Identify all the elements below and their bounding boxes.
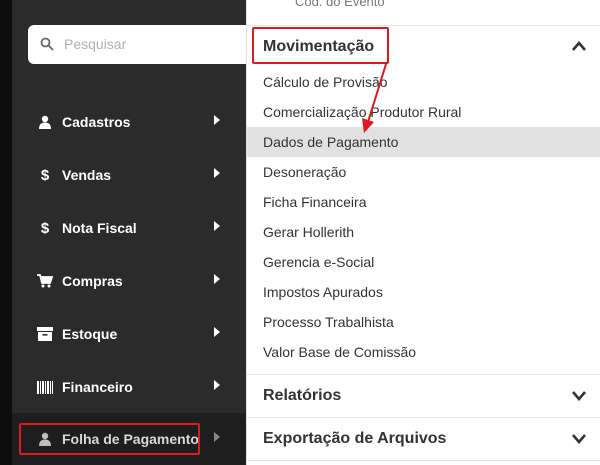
chevron-right-icon xyxy=(214,327,220,337)
submenu-item[interactable]: Gerencia e-Social xyxy=(247,247,600,277)
sidebar-item-compras[interactable]: Compras xyxy=(12,255,246,308)
sidebar-item-label: Financeiro xyxy=(62,379,133,395)
barcode-icon xyxy=(36,378,54,396)
user-icon xyxy=(36,113,54,131)
sidebar-item-label: Vendas xyxy=(62,167,112,183)
submenu-item-label: Dados de Pagamento xyxy=(263,134,399,150)
sidebar-item-cadastros[interactable]: Cadastros xyxy=(12,96,246,149)
submenu-item[interactable]: Desoneração xyxy=(247,157,600,187)
submenu-item-label: Desoneração xyxy=(263,164,347,180)
dollar-icon: $ xyxy=(40,219,50,237)
submenu-item-label: Valor Base de Comissão xyxy=(263,344,417,360)
chevron-right-icon xyxy=(214,115,220,125)
archive-box-icon xyxy=(36,325,54,343)
sidebar-item-label: Cadastros xyxy=(62,114,131,130)
submenu-item-label: Gerar Hollerith xyxy=(263,224,355,240)
submenu-item-label: Ficha Financeira xyxy=(263,194,367,210)
cart-icon xyxy=(36,272,54,290)
dollar-icon: $ xyxy=(40,166,50,184)
sidebar-item-label: Nota Fiscal xyxy=(62,220,137,236)
chevron-right-icon xyxy=(214,168,220,178)
section-title: Relatórios xyxy=(263,387,342,404)
submenu-item-label: Processo Trabalhista xyxy=(263,314,394,330)
submenu-item[interactable]: Comercialização Produtor Rural xyxy=(247,97,600,127)
chevron-right-icon xyxy=(214,432,220,442)
submenu-item-label: Comercialização Produtor Rural xyxy=(263,104,462,120)
sidebar-item-financeiro[interactable]: Financeiro xyxy=(12,361,246,414)
submenu-item-label: Cálculo de Provisão xyxy=(263,74,388,90)
sidebar-item-nota-fiscal[interactable]: $ Nota Fiscal xyxy=(12,202,246,255)
sidebar-item-vendas[interactable]: $ Vendas xyxy=(12,149,246,202)
submenu-item[interactable]: Valor Base de Comissão xyxy=(247,337,600,367)
chevron-right-icon xyxy=(214,221,220,231)
sidebar-strip xyxy=(0,0,12,465)
submenu-item[interactable]: Cálculo de Provisão xyxy=(247,67,600,97)
annotation-highlight-movimentacao xyxy=(252,27,389,64)
submenu-item[interactable]: Ficha Financeira xyxy=(247,187,600,217)
sidebar-item-estoque[interactable]: Estoque xyxy=(12,308,246,361)
section-header-relatorios[interactable]: Relatórios xyxy=(247,375,600,417)
sidebar-item-label: Estoque xyxy=(62,326,118,342)
chevron-down-icon xyxy=(572,391,586,401)
section-header-exportacao[interactable]: Exportação de Arquivos xyxy=(247,418,600,460)
chevron-right-icon xyxy=(214,380,220,390)
submenu-panel: Cód. do Evento Movimentação Cálculo de P… xyxy=(246,0,600,465)
submenu-item-label: Impostos Apurados xyxy=(263,284,383,300)
top-fragment-text: Cód. do Evento xyxy=(295,0,385,9)
submenu-item[interactable]: Impostos Apurados xyxy=(247,277,600,307)
section-title: Exportação de Arquivos xyxy=(263,430,447,447)
divider xyxy=(247,460,600,461)
submenu-item-selected[interactable]: Dados de Pagamento xyxy=(247,127,600,157)
submenu-item-label: Gerencia e-Social xyxy=(263,254,375,270)
search-input[interactable]: Pesquisar xyxy=(28,25,258,64)
chevron-right-icon xyxy=(214,274,220,284)
submenu-item[interactable]: Processo Trabalhista xyxy=(247,307,600,337)
chevron-up-icon xyxy=(572,41,586,51)
search-placeholder: Pesquisar xyxy=(64,36,127,52)
sidebar: Pesquisar Cadastros $ Vendas $ Nota Fisc… xyxy=(0,0,258,465)
submenu-item[interactable]: Gerar Hollerith xyxy=(247,217,600,247)
chevron-down-icon xyxy=(572,434,586,444)
annotation-highlight-folha xyxy=(19,423,200,455)
search-icon xyxy=(40,37,54,51)
sidebar-item-label: Compras xyxy=(62,273,123,289)
